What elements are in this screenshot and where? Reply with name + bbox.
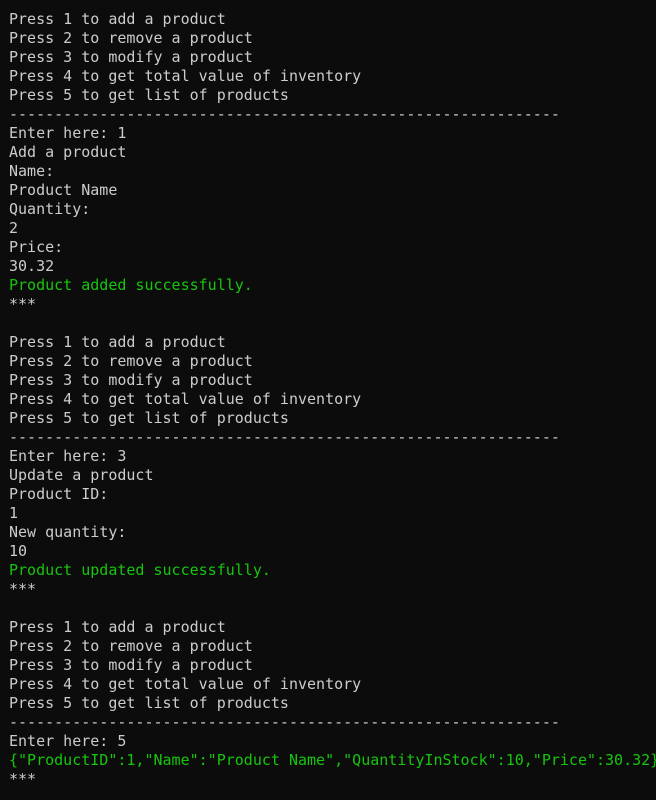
- success-message: {"ProductID":1,"Name":"Product Name","Qu…: [9, 751, 656, 769]
- menu-option: Press 4 to get total value of inventory: [9, 67, 362, 85]
- console-line: Product ID:: [9, 485, 109, 503]
- menu-option: Press 2 to remove a product: [9, 352, 253, 370]
- console-line: 2: [9, 219, 19, 237]
- menu-option: Press 3 to modify a product: [9, 656, 253, 674]
- section-end-marker: ***: [9, 295, 37, 313]
- console-line: Product Name: [9, 181, 118, 199]
- menu-option: Press 1 to add a product: [9, 333, 226, 351]
- separator-line: ----------------------------------------…: [9, 428, 560, 446]
- console-line: Update a product: [9, 466, 154, 484]
- success-message: Product updated successfully.: [9, 561, 271, 579]
- menu-option: Press 5 to get list of products: [9, 86, 289, 104]
- input-prompt: Enter here: 3: [9, 447, 127, 465]
- console-line: Name:: [9, 162, 55, 180]
- console-line: New quantity:: [9, 523, 127, 541]
- section-end-marker: ***: [9, 770, 37, 788]
- terminal-window[interactable]: Press 1 to add a product Press 2 to remov…: [0, 0, 656, 800]
- menu-option: Press 5 to get list of products: [9, 409, 289, 427]
- console-line: 1: [9, 504, 19, 522]
- console-line: 10: [9, 542, 28, 560]
- console-output: Press 1 to add a product Press 2 to remov…: [9, 10, 656, 789]
- separator-line: ----------------------------------------…: [9, 105, 560, 123]
- menu-option: Press 4 to get total value of inventory: [9, 390, 362, 408]
- menu-option: Press 1 to add a product: [9, 618, 226, 636]
- success-message: Product added successfully.: [9, 276, 253, 294]
- input-prompt: Enter here: 1: [9, 124, 127, 142]
- console-line: 30.32: [9, 257, 55, 275]
- input-prompt: Enter here: 5: [9, 732, 127, 750]
- menu-option: Press 3 to modify a product: [9, 48, 253, 66]
- console-line: Quantity:: [9, 200, 91, 218]
- menu-option: Press 5 to get list of products: [9, 694, 289, 712]
- separator-line: ----------------------------------------…: [9, 713, 560, 731]
- menu-option: Press 2 to remove a product: [9, 29, 253, 47]
- console-line: Price:: [9, 238, 64, 256]
- menu-option: Press 1 to add a product: [9, 10, 226, 28]
- menu-option: Press 2 to remove a product: [9, 637, 253, 655]
- console-line: Add a product: [9, 143, 127, 161]
- menu-option: Press 3 to modify a product: [9, 371, 253, 389]
- section-end-marker: ***: [9, 580, 37, 598]
- menu-option: Press 4 to get total value of inventory: [9, 675, 362, 693]
